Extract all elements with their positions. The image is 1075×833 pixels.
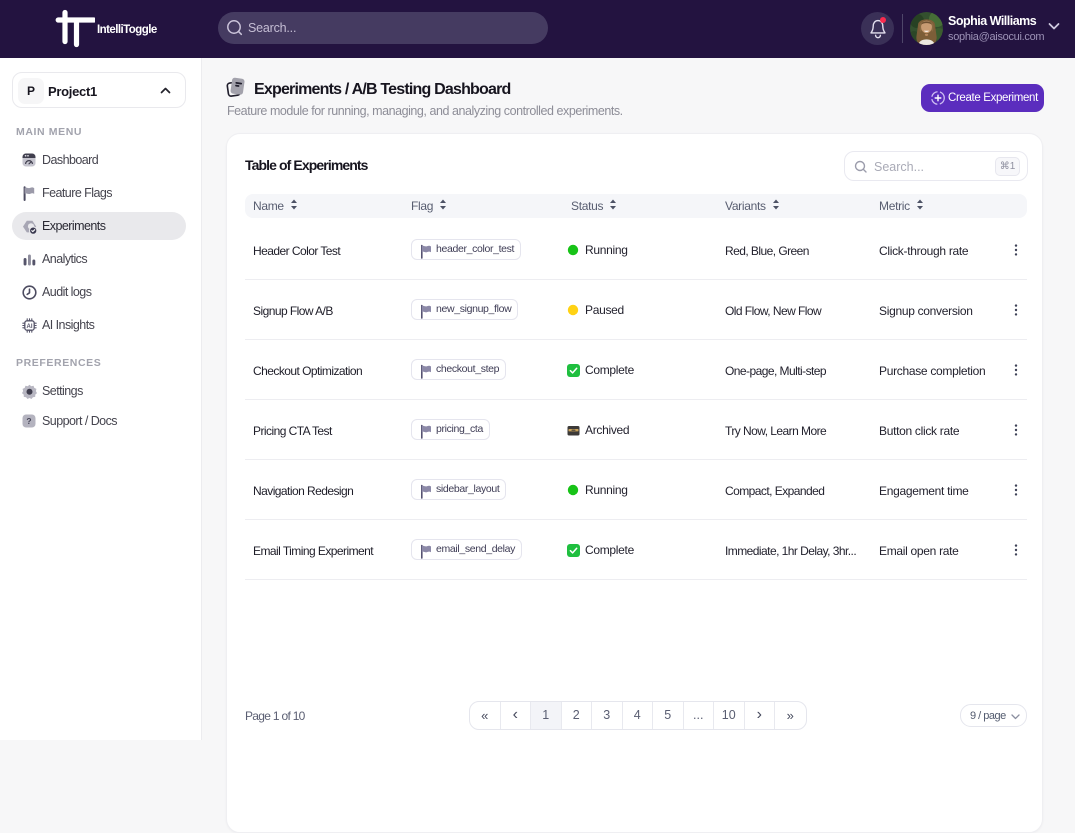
svg-text:?: ? (26, 416, 31, 426)
svg-text:AI: AI (27, 324, 33, 330)
